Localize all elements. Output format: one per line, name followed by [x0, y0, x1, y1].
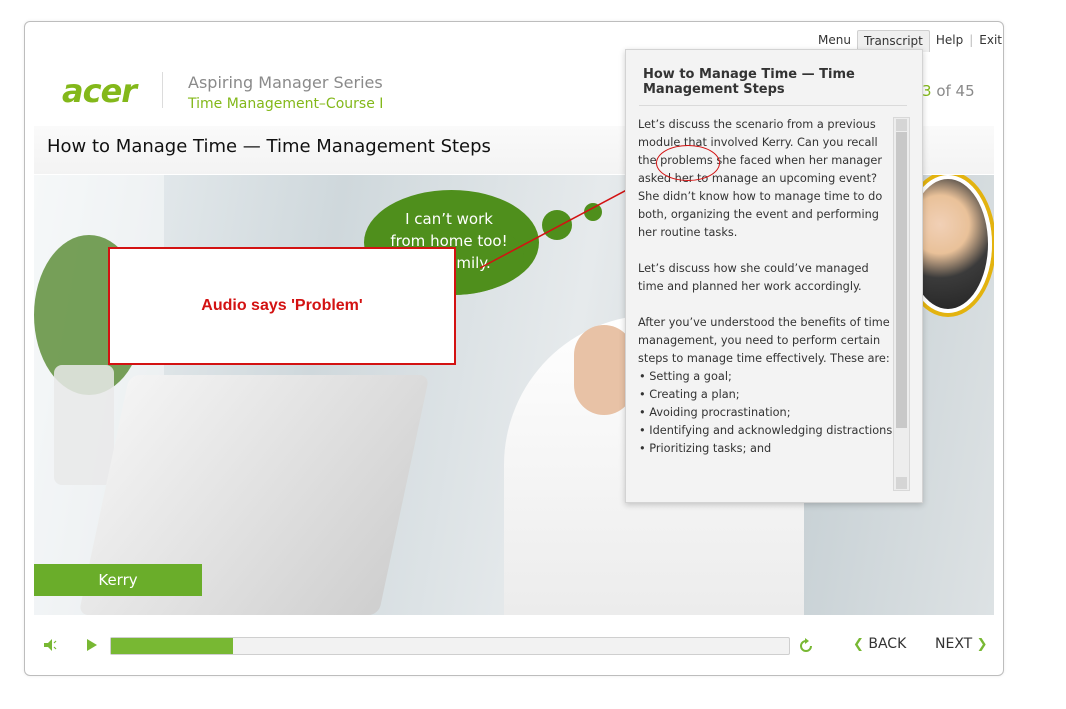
- speaker-icon[interactable]: [42, 637, 58, 653]
- list-item: • Avoiding procrastination;: [639, 406, 791, 419]
- scroll-up-arrow[interactable]: [896, 119, 907, 131]
- transcript-scrollbar[interactable]: [893, 117, 910, 491]
- transcript-panel: How to Manage Time — Time Management Ste…: [625, 49, 923, 503]
- replay-icon[interactable]: [797, 637, 815, 655]
- next-label: NEXT: [935, 636, 973, 652]
- transcript-divider: [639, 105, 907, 106]
- transcript-paragraph: Let’s discuss how she could’ve managed t…: [638, 262, 869, 293]
- progress-bar[interactable]: [110, 637, 790, 655]
- transcript-steps-list: • Setting a goal; • Creating a plan; • A…: [638, 368, 896, 458]
- back-label: BACK: [868, 636, 907, 652]
- list-item: • Identifying and acknowledging distract…: [639, 424, 896, 437]
- list-item: • Creating a plan;: [639, 388, 740, 401]
- chevron-left-icon: ❮: [853, 637, 864, 652]
- scroll-thumb[interactable]: [896, 132, 907, 428]
- list-item: • Setting a goal;: [639, 370, 732, 383]
- next-button[interactable]: NEXT ❯: [935, 636, 988, 652]
- transcript-title: How to Manage Time — Time Management Ste…: [643, 67, 855, 97]
- annotation-highlight-circle: [656, 145, 720, 181]
- scroll-down-arrow[interactable]: [896, 477, 907, 489]
- progress-fill: [111, 638, 234, 654]
- back-button[interactable]: ❮ BACK: [853, 636, 906, 652]
- list-item: • Prioritizing tasks; and: [639, 442, 772, 455]
- play-icon[interactable]: [84, 637, 100, 653]
- chevron-right-icon: ❯: [976, 637, 988, 652]
- transcript-paragraph: After you’ve understood the benefits of …: [638, 316, 890, 365]
